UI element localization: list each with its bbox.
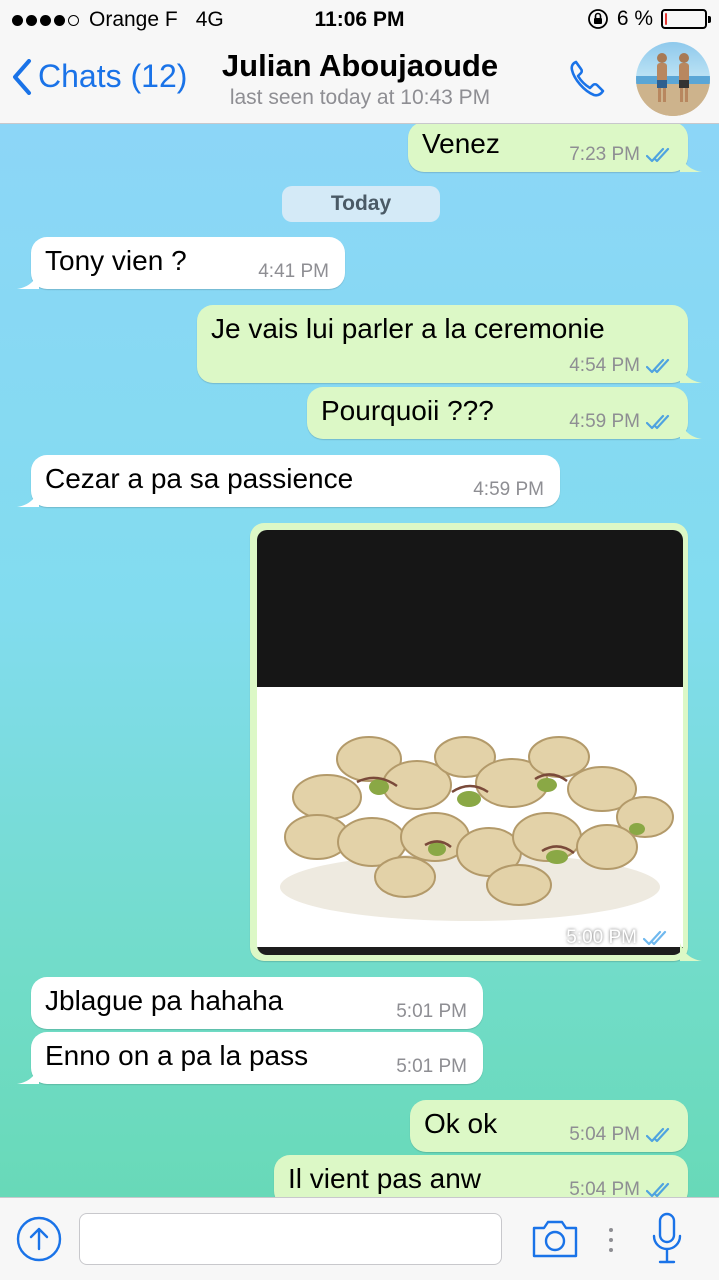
message-meta: 5:01 PM [396,1001,467,1023]
chat-header: Chats (12) Julian Aboujaoude last seen t… [0,40,719,124]
message-time: 4:59 PM [473,479,544,500]
battery-level-fill [665,13,667,25]
message-image[interactable]: 5:00 PM [250,523,702,961]
message-text: Ok ok [424,1108,498,1139]
message-meta: 5:04 PM [569,1124,674,1146]
message-time: 5:01 PM [396,1056,467,1077]
avatar-photo [636,53,710,116]
message-meta: 4:41 PM [258,261,329,283]
message-text: Il vient pas anw [288,1163,481,1194]
bubble-tail [680,1189,685,1197]
message-incoming[interactable]: Cezar a pa sa passience 4:59 PM [17,455,560,507]
message-meta: 4:54 PM [569,355,674,377]
message-outgoing[interactable]: Je vais lui parler a la ceremonie 4:54 P… [197,305,702,383]
bubble-tail [17,271,39,289]
message-meta: 5:01 PM [396,1056,467,1078]
battery-icon [661,9,711,29]
read-ticks-icon [646,414,670,430]
message-meta: 7:23 PM [569,144,674,166]
message-meta: 4:59 PM [473,479,544,501]
contact-last-seen: last seen today at 10:43 PM [229,86,491,109]
back-label: Chats (12) [38,58,188,94]
input-bar [0,1197,719,1280]
more-dots-icon [609,1228,613,1252]
camera-icon[interactable] [530,1216,580,1260]
microphone-icon[interactable] [650,1212,684,1266]
message-meta: 5:00 PM [566,927,671,949]
message-text: Enno on a pa la pass [45,1040,309,1071]
message-meta: 4:59 PM [569,411,674,433]
message-text: Jblague pa hahaha [45,985,284,1016]
image-dark-band [257,530,683,687]
message-text: Tony vien ? [45,245,187,276]
chevron-left-icon [13,58,31,95]
message-time: 5:04 PM [569,1124,640,1145]
bubble-tail [680,365,702,383]
read-ticks-icon [646,1127,670,1143]
contact-info[interactable]: Julian Aboujaoude last seen today at 10:… [200,48,520,110]
message-time: 4:54 PM [569,355,640,376]
message-outgoing[interactable]: Il vient pas anw 5:04 PM [274,1155,688,1197]
contact-name: Julian Aboujaoude [221,48,499,83]
status-bar: Orange F 4G 11:06 PM 6 % [0,0,719,40]
read-ticks-icon [643,930,667,946]
message-time: 7:23 PM [569,144,640,165]
read-ticks-icon [646,358,670,374]
read-ticks-icon [646,1182,670,1197]
message-text: Cezar a pa sa passience [45,463,354,494]
day-separator: Today [282,186,440,222]
message-incoming[interactable]: Jblague pa hahaha 5:01 PM [31,977,483,1029]
message-incoming[interactable]: Tony vien ? 4:41 PM [17,237,345,289]
message-outgoing[interactable]: Pourquoii ??? 4:59 PM [307,387,702,439]
message-outgoing[interactable]: Ok ok 5:04 PM [410,1100,688,1152]
message-text: Venez [422,128,500,159]
bubble-tail [680,154,702,172]
contact-avatar[interactable] [636,42,710,116]
message-input[interactable] [79,1213,502,1265]
message-time: 4:41 PM [258,261,329,282]
bubble-tail [17,489,39,507]
phone-icon[interactable] [566,56,612,102]
message-text: Pourquoii ??? [321,395,494,426]
message-time: 5:01 PM [396,1001,467,1022]
back-button[interactable]: Chats (12) [12,58,187,95]
message-meta: 5:04 PM [569,1179,674,1197]
attach-upload-icon[interactable] [16,1216,62,1262]
status-right: 6 % [587,7,711,31]
message-time: 5:00 PM [566,927,637,948]
bubble-tail [680,421,702,439]
message-outgoing[interactable]: Venez 7:23 PM [408,124,702,172]
message-incoming[interactable]: Enno on a pa la pass 5:01 PM [17,1032,483,1084]
chat-messages[interactable]: Venez 7:23 PM Today Tony vien ? 4:41 PM … [0,124,719,1197]
orientation-lock-icon [587,9,608,29]
bubble-tail [17,1066,39,1084]
message-text: Je vais lui parler a la ceremonie [211,313,605,344]
image-frame: 5:00 PM [257,530,683,955]
read-ticks-icon [646,147,670,163]
pistachio-photo [280,736,674,921]
message-time: 4:59 PM [569,411,640,432]
message-time: 5:04 PM [569,1179,640,1197]
battery-percent: 6 % [616,7,653,30]
bubble-tail [680,943,702,961]
